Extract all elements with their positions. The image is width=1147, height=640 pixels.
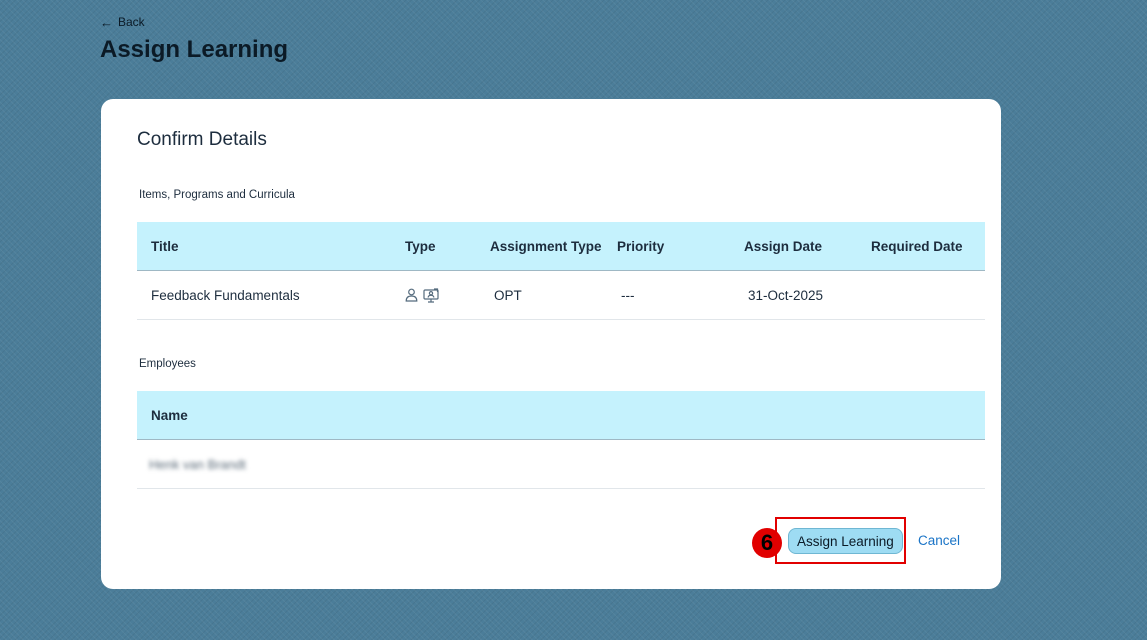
page-title: Assign Learning — [100, 36, 289, 63]
items-table-header: Title Type Assignment Type Priority Assi… — [137, 222, 985, 271]
table-row: Feedback Fundamentals OPT --- 31-Oct-202… — [137, 271, 985, 320]
employees-section-label: Employees — [139, 358, 196, 370]
employee-name: Henk van Brandt — [149, 456, 246, 472]
column-header-name: Name — [151, 407, 188, 423]
column-header-priority: Priority — [617, 238, 665, 254]
step-highlight-box — [775, 517, 906, 564]
back-link[interactable]: ← Back — [100, 15, 145, 29]
items-table: Title Type Assignment Type Priority Assi… — [137, 222, 985, 320]
employees-table: Name Henk van Brandt — [137, 391, 985, 489]
item-priority: --- — [621, 287, 635, 303]
column-header-required-date: Required Date — [871, 238, 963, 254]
person-icon — [405, 288, 418, 302]
arrow-left-icon: ← — [100, 14, 113, 30]
items-section-label: Items, Programs and Curricula — [139, 189, 295, 201]
online-course-icon — [423, 287, 439, 303]
back-label: Back — [118, 15, 145, 29]
column-header-type: Type — [405, 238, 436, 254]
confirm-details-card: Confirm Details Items, Programs and Curr… — [101, 99, 1001, 589]
card-title: Confirm Details — [137, 129, 267, 150]
step-number-badge: 6 — [752, 528, 782, 558]
item-assignment-type: OPT — [494, 287, 522, 303]
item-type — [405, 271, 439, 319]
item-title: Feedback Fundamentals — [151, 287, 300, 303]
employees-table-header: Name — [137, 391, 985, 440]
cancel-button[interactable]: Cancel — [918, 533, 960, 548]
column-header-assign-date: Assign Date — [744, 238, 823, 254]
column-header-title: Title — [151, 238, 179, 254]
column-header-assignment-type: Assignment Type — [490, 238, 602, 254]
item-assign-date: 31-Oct-2025 — [748, 287, 824, 303]
table-row: Henk van Brandt — [137, 440, 985, 489]
